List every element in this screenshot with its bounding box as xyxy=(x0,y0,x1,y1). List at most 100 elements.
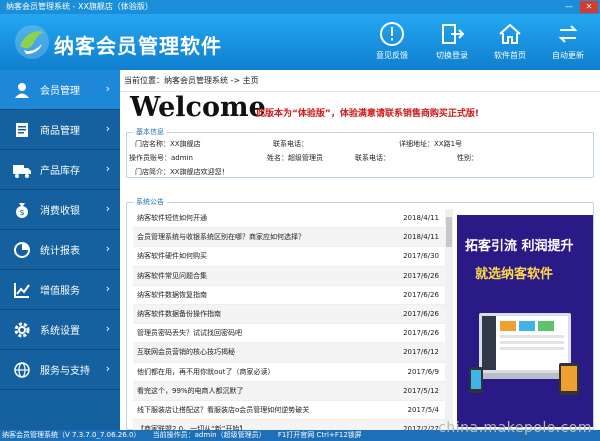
refresh-icon xyxy=(554,20,582,48)
chevron-right-icon: › xyxy=(105,82,110,95)
list-item[interactable]: 互联网会员营销的核心技巧揭秘 2017/6/12 xyxy=(133,343,445,363)
status-version: 纳客会员管理系统（V 7.3.7.0_7.06.26.0） xyxy=(2,431,141,439)
home-icon xyxy=(496,20,524,48)
chevron-right-icon: › xyxy=(105,122,110,135)
announcement-group: 系统公告 纳客软件短信如何开通 2018/4/11 会员管理系统与收银系统区别在哪… xyxy=(126,197,594,440)
sidebar-item-goods[interactable]: 商品管理 › xyxy=(0,110,120,150)
sidebar-item-member[interactable]: 会员管理 › xyxy=(0,70,120,110)
promo-banner[interactable]: 拓客引流 利润提升 就选纳客软件 xyxy=(457,215,593,427)
announcement-title: 看完这个，99%的电商人都沉默了 xyxy=(137,386,244,395)
chevron-right-icon: › xyxy=(105,322,110,335)
list-item[interactable]: 线下服装店让搭配这？看服装店o会员管理如何逆势破关 2017/5/4 xyxy=(133,401,445,421)
phone2-label: 联系电话： xyxy=(355,154,390,162)
operator-account-value: admin xyxy=(171,154,193,162)
address-value: XX路1号 xyxy=(434,140,463,148)
announcement-title: 管理员密码丢失？试试找回密码吧 xyxy=(137,329,242,338)
sidebar-item-value-added[interactable]: 增值服务 › xyxy=(0,270,120,310)
announcement-date: 2017/5/12 xyxy=(403,386,439,395)
home-button[interactable]: 软件首页 xyxy=(484,20,536,61)
brand-name: 纳客会员管理软件 xyxy=(54,34,222,58)
sidebar-item-label: 系统设置 xyxy=(40,326,80,337)
logo-icon xyxy=(15,25,49,59)
gender-label: 性别： xyxy=(457,154,478,162)
chevron-right-icon: › xyxy=(105,362,110,375)
switch-login-button[interactable]: 切换登录 xyxy=(426,20,478,61)
list-item[interactable]: 纳客软件短信如何开通 2018/4/11 xyxy=(133,209,445,229)
list-item[interactable]: 纳客软件常见问题合集 2017/6/26 xyxy=(133,266,445,286)
address-label: 详细地址： xyxy=(399,140,434,148)
sidebar-item-label: 服务与支持 xyxy=(40,366,90,377)
list-item[interactable]: 看完这个，99%的电商人都沉默了 2017/5/12 xyxy=(133,381,445,401)
announcement-date: 2017/6/26 xyxy=(403,290,439,299)
chevron-right-icon: › xyxy=(105,202,110,215)
announcement-title: 会员管理系统与收银系统区别在哪？商家应如何选择？ xyxy=(137,233,305,242)
sidebar-item-reports[interactable]: 统计报表 › xyxy=(0,230,120,270)
sidebar: 会员管理 › 商品管理 › 产品库存 › $ 消费收银 › 统计报表 › 增值服… xyxy=(0,70,120,430)
list-item[interactable]: 管理员密码丢失？试试找回密码吧 2017/6/26 xyxy=(133,324,445,344)
announcement-date: 2017/6/26 xyxy=(403,310,439,319)
announcement-title: 纳客软件硬件如何购买 xyxy=(137,252,207,261)
minimize-button[interactable]: — xyxy=(560,1,578,13)
truck-icon xyxy=(10,160,34,180)
window-title: 纳客会员管理系统 - XX旗舰店（体验版） xyxy=(6,2,153,11)
sidebar-item-support[interactable]: 服务与支持 › xyxy=(0,350,120,390)
promo-line1: 拓客引流 利润提升 xyxy=(465,239,574,254)
status-shortcuts: F1打开官网 Ctrl+F12锁屏 xyxy=(277,431,362,439)
sidebar-item-cashier[interactable]: $ 消费收银 › xyxy=(0,190,120,230)
list-item[interactable]: 纳客软件数据恢复指南 2017/6/26 xyxy=(133,286,445,305)
announcement-date: 2017/6/30 xyxy=(403,252,439,261)
store-name-label: 门店名称： xyxy=(135,140,170,148)
app-window: 纳客会员管理系统 - XX旗舰店（体验版） — ✕ 纳客会员管理软件 意见反馈 … xyxy=(0,0,600,441)
watermark: china.makepolo.com xyxy=(438,420,592,436)
breadcrumb: 当前位置：纳客会员管理系统 -> 主页 xyxy=(120,70,600,92)
intro-label: 门店简介： xyxy=(135,168,170,176)
switch-login-label: 切换登录 xyxy=(436,51,468,60)
sidebar-item-label: 统计报表 xyxy=(40,246,80,257)
auto-update-button[interactable]: 自动更新 xyxy=(542,20,594,61)
scrollbar-thumb[interactable] xyxy=(446,217,452,247)
feedback-label: 意见反馈 xyxy=(376,51,408,60)
sidebar-item-label: 消费收银 xyxy=(40,206,80,217)
announcement-scrollbar[interactable] xyxy=(445,209,453,431)
announcement-title: 纳客软件数据恢复指南 xyxy=(137,290,207,299)
list-item[interactable]: 纳客软件硬件如何购买 2017/6/30 xyxy=(133,247,445,267)
basic-info-group: 基本信息 门店名称：XX旗舰店 联系电话： 详细地址：XX路1号 操作员账号：a… xyxy=(126,127,594,178)
sidebar-item-label: 商品管理 xyxy=(40,126,80,137)
title-bar: 纳客会员管理系统 - XX旗舰店（体验版） — ✕ xyxy=(0,0,600,14)
feedback-button[interactable]: 意见反馈 xyxy=(366,20,418,61)
announcement-date: 2018/4/11 xyxy=(403,214,439,223)
home-label: 软件首页 xyxy=(494,51,526,60)
money-bag-icon: $ xyxy=(10,200,34,220)
close-button[interactable]: ✕ xyxy=(580,1,598,13)
list-item[interactable]: 纳客软件数据备份操作指南 2017/6/26 xyxy=(133,304,445,325)
pie-chart-icon xyxy=(10,240,34,260)
switch-login-icon xyxy=(438,20,466,48)
status-operator: 当前操作员：admin（超级管理员） xyxy=(152,431,266,439)
announcement-title: 互联网会员营销的核心技巧揭秘 xyxy=(137,348,235,357)
trial-notice: 此版本为“体验版”，体验满意请联系销售商购买正式版! xyxy=(256,109,479,119)
announcement-title: 纳客软件常见问题合集 xyxy=(137,271,207,280)
announcement-title: 他们都在用，再不用你就out了（商家必读） xyxy=(137,367,275,376)
announcement-date: 2017/6/26 xyxy=(403,329,439,338)
chevron-right-icon: › xyxy=(105,282,110,295)
store-name-value: XX旗舰店 xyxy=(170,140,201,148)
announcement-date: 2017/6/9 xyxy=(407,367,439,376)
operator-account-label: 操作员账号： xyxy=(129,154,171,162)
intro-value: XX旗舰店欢迎您！ xyxy=(170,168,229,176)
sidebar-item-stock[interactable]: 产品库存 › xyxy=(0,150,120,190)
announcement-legend: 系统公告 xyxy=(133,197,167,207)
auto-update-label: 自动更新 xyxy=(552,51,584,60)
announcement-list: 纳客软件短信如何开通 2018/4/11 会员管理系统与收银系统区别在哪？商家应如… xyxy=(133,209,445,440)
list-item[interactable]: 会员管理系统与收银系统区别在哪？商家应如何选择？ 2018/4/11 xyxy=(133,228,445,248)
sidebar-item-label: 增值服务 xyxy=(40,286,80,297)
list-item[interactable]: 他们都在用，再不用你就out了（商家必读） 2017/6/9 xyxy=(133,363,445,382)
sidebar-item-settings[interactable]: 系统设置 › xyxy=(0,310,120,350)
chevron-right-icon: › xyxy=(105,162,110,175)
document-icon xyxy=(10,120,34,140)
user-icon xyxy=(10,80,34,100)
line-chart-icon xyxy=(10,280,34,300)
app-header: 纳客会员管理软件 意见反馈 切换登录 软件首页 自动更新 xyxy=(0,14,600,70)
welcome-heading: Welcome xyxy=(130,92,266,123)
announcement-date: 2018/4/11 xyxy=(403,233,439,242)
sidebar-item-label: 会员管理 xyxy=(40,86,80,97)
